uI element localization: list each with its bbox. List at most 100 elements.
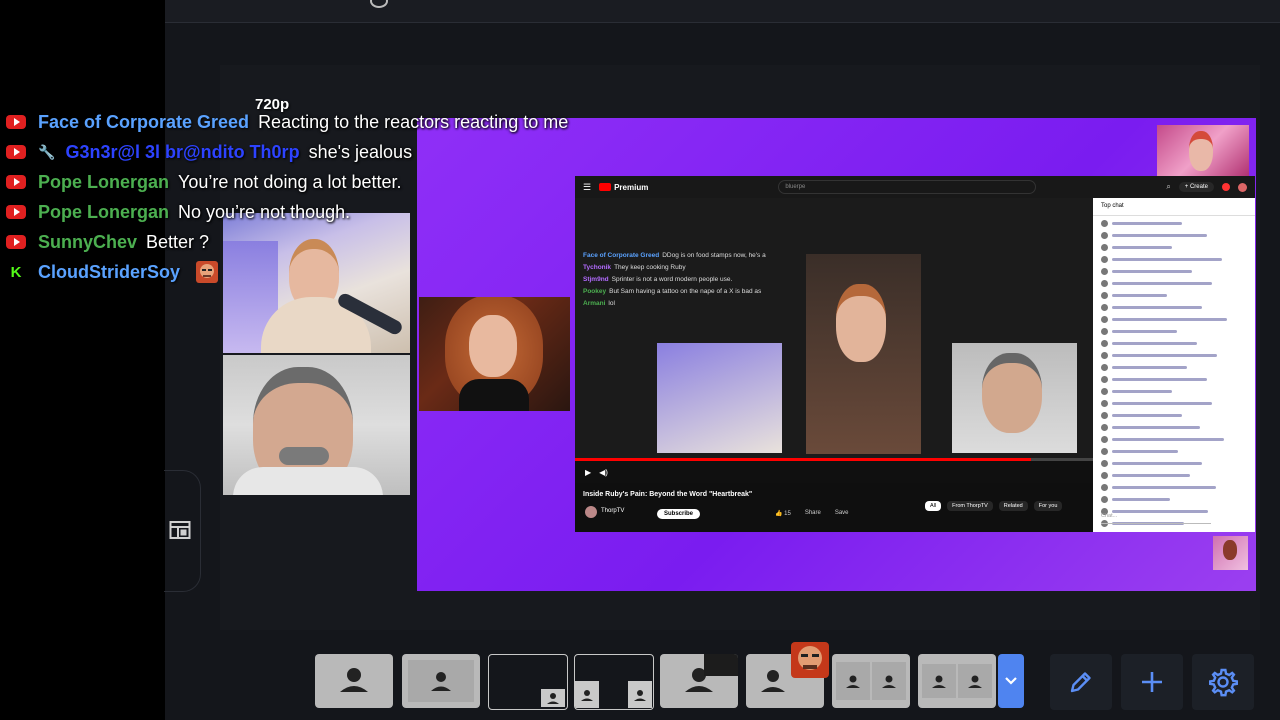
chat-avatar — [1101, 219, 1108, 227]
chat-line-text — [1112, 449, 1178, 453]
mini-chat-line: Tychonik They keep cooking Ruby — [583, 264, 686, 271]
chat-line-text — [1112, 233, 1207, 237]
layout-icon[interactable] — [168, 518, 192, 542]
live-chat-line — [1101, 350, 1247, 360]
chat-avatar — [1101, 483, 1108, 491]
search-icon[interactable]: ⌕ — [1166, 182, 1170, 192]
live-chat-header[interactable]: Top chat — [1093, 198, 1255, 216]
chat-avatar — [1101, 387, 1108, 395]
top-bar — [165, 0, 1280, 23]
mini-chat-line: Pookey But Sam having a tattoo on the nap… — [583, 288, 762, 295]
chat-text: Reacting to the reactors reacting to me — [258, 111, 569, 132]
video-person-face — [982, 353, 1042, 433]
channel-avatar[interactable] — [585, 506, 597, 518]
live-chat-line — [1101, 278, 1247, 288]
webcam-ruby — [419, 297, 570, 411]
live-chat-line — [1101, 290, 1247, 300]
notification-icon[interactable] — [1221, 183, 1230, 191]
live-chat-line — [1101, 530, 1247, 532]
subscribe-button[interactable]: Subscribe — [657, 509, 701, 519]
youtube-logo[interactable]: Premium — [599, 183, 648, 192]
scene-thumbnail-5[interactable] — [660, 654, 738, 708]
search-input[interactable]: bluerpe — [778, 180, 1037, 194]
youtube-icon — [6, 115, 26, 129]
video-player[interactable]: Face of Corporate Greed DDog is on food s… — [575, 198, 1093, 460]
top-bar-icon — [370, 0, 388, 8]
chat-username: CloudStriderSoy — [38, 261, 181, 282]
like-button[interactable]: 👍 15 — [775, 510, 791, 517]
chat-avatar — [1101, 471, 1108, 479]
share-button[interactable]: Share — [805, 510, 821, 517]
filter-chip[interactable]: All — [925, 501, 942, 511]
edit-button[interactable] — [1050, 654, 1112, 710]
scene-thumbnail-1[interactable] — [315, 654, 393, 708]
video-cam-right — [952, 343, 1077, 453]
chat-avatar — [1101, 399, 1108, 407]
chat-username: G3n3r@l 3l br@ndito Th0rp — [65, 141, 300, 162]
chat-avatar — [1101, 423, 1108, 431]
mini-chat-line: Face of Corporate Greed DDog is on food s… — [583, 252, 766, 259]
volume-icon[interactable]: ◀) — [599, 468, 608, 477]
live-chat-line — [1101, 362, 1247, 372]
live-chat-line — [1101, 482, 1247, 492]
chat-input[interactable]: Chat... — [1101, 513, 1211, 524]
chat-line-text — [1112, 485, 1216, 489]
chat-message: Pope Lonergan You’re not doing a lot bet… — [6, 167, 568, 197]
live-chat-line — [1101, 422, 1247, 432]
live-chat-line — [1101, 494, 1247, 504]
chat-line-text — [1112, 389, 1172, 393]
menu-icon[interactable]: ☰ — [583, 182, 591, 193]
webcam-guest — [223, 355, 410, 495]
chat-line-text — [1112, 245, 1172, 249]
chat-avatar — [1101, 495, 1108, 503]
chat-line-text — [1112, 497, 1170, 501]
chat-line-text — [1112, 317, 1227, 321]
scene-thumbnail-2[interactable] — [402, 654, 480, 708]
chat-line-text — [1112, 305, 1202, 309]
cam-person-beard — [279, 447, 329, 465]
chat-avatar — [1101, 351, 1108, 359]
live-chat-messages — [1093, 218, 1255, 532]
channel-name[interactable]: ThorpTV — [601, 508, 624, 514]
chat-line-text — [1112, 365, 1187, 369]
video-cam-left — [657, 343, 782, 453]
add-button[interactable] — [1121, 654, 1183, 710]
chat-line-text — [1112, 353, 1217, 357]
live-chat-line — [1101, 410, 1247, 420]
cam-person-face — [1223, 540, 1237, 560]
more-scenes-dropdown[interactable] — [998, 654, 1024, 708]
avatar[interactable] — [1237, 182, 1247, 192]
filter-chip[interactable]: From ThorpTV — [947, 501, 993, 511]
pencil-icon — [1070, 672, 1091, 693]
chat-avatar — [1101, 459, 1108, 467]
video-controls: ▶ ◀) — [575, 461, 1103, 483]
chat-line-text — [1112, 257, 1222, 261]
chat-line-text — [1112, 473, 1190, 477]
cam-person-face — [469, 315, 517, 377]
chat-avatar — [1101, 435, 1108, 443]
person-icon — [968, 675, 982, 688]
video-person-face — [836, 284, 886, 362]
filter-chip[interactable]: For you — [1033, 501, 1063, 511]
create-button[interactable]: + Create — [1178, 182, 1214, 192]
cam-person-body — [233, 467, 383, 495]
chat-message: Face of Corporate Greed Reacting to the … — [6, 107, 568, 137]
save-button[interactable]: Save — [835, 510, 849, 517]
scene-thumbnail-3[interactable] — [488, 654, 568, 710]
settings-button[interactable] — [1192, 654, 1254, 710]
video-cam-center — [806, 254, 921, 454]
scene-thumbnail-7[interactable] — [832, 654, 910, 708]
filter-chip[interactable]: Related — [998, 501, 1028, 511]
scene-thumbnail-4[interactable] — [574, 654, 654, 710]
youtube-icon — [6, 235, 26, 249]
chat-message: SunnyChev Better ? — [6, 227, 568, 257]
chat-line-text — [1112, 329, 1177, 333]
face-emote-icon — [791, 642, 829, 678]
video-actions: 👍 15 Share Save — [775, 510, 849, 517]
scene-thumbnail-8[interactable] — [918, 654, 996, 708]
chat-username: Pope Lonergan — [38, 201, 170, 222]
chat-line-text — [1112, 377, 1207, 381]
play-icon[interactable]: ▶ — [585, 468, 591, 477]
live-chat-panel: Top chat Chat... — [1093, 198, 1255, 532]
chat-message: Pope Lonergan No you’re not though. — [6, 197, 568, 227]
